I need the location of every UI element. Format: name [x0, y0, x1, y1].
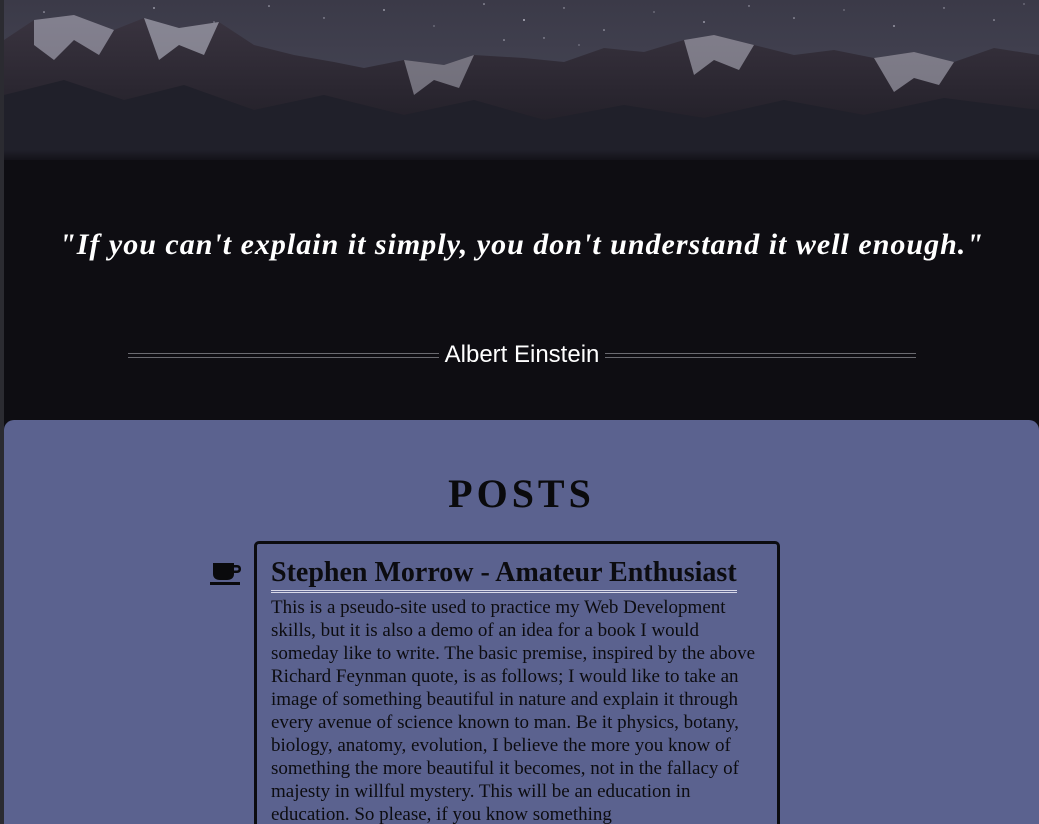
hero-banner-image: [4, 0, 1039, 160]
posts-section: POSTS Stephen Morrow - Amateur Enthusias…: [4, 420, 1039, 824]
divider-line-left: [128, 352, 439, 358]
coffee-cup-icon: [209, 560, 243, 586]
post-body: This is a pseudo-site used to practice m…: [271, 597, 756, 824]
post-title[interactable]: Stephen Morrow - Amateur Enthusiast: [271, 556, 737, 593]
page: "If you can't explain it simply, you don…: [0, 0, 1039, 824]
quote-section: "If you can't explain it simply, you don…: [4, 160, 1039, 420]
mountain-landscape-image: [4, 0, 1039, 160]
quote-author-row: Albert Einstein: [128, 340, 916, 370]
quote-author: Albert Einstein: [444, 341, 600, 368]
post-card: Stephen Morrow - Amateur Enthusiast This…: [254, 541, 780, 824]
divider-line-right: [605, 352, 916, 358]
posts-heading: POSTS: [448, 471, 595, 516]
quote-text: "If you can't explain it simply, you don…: [59, 228, 984, 261]
